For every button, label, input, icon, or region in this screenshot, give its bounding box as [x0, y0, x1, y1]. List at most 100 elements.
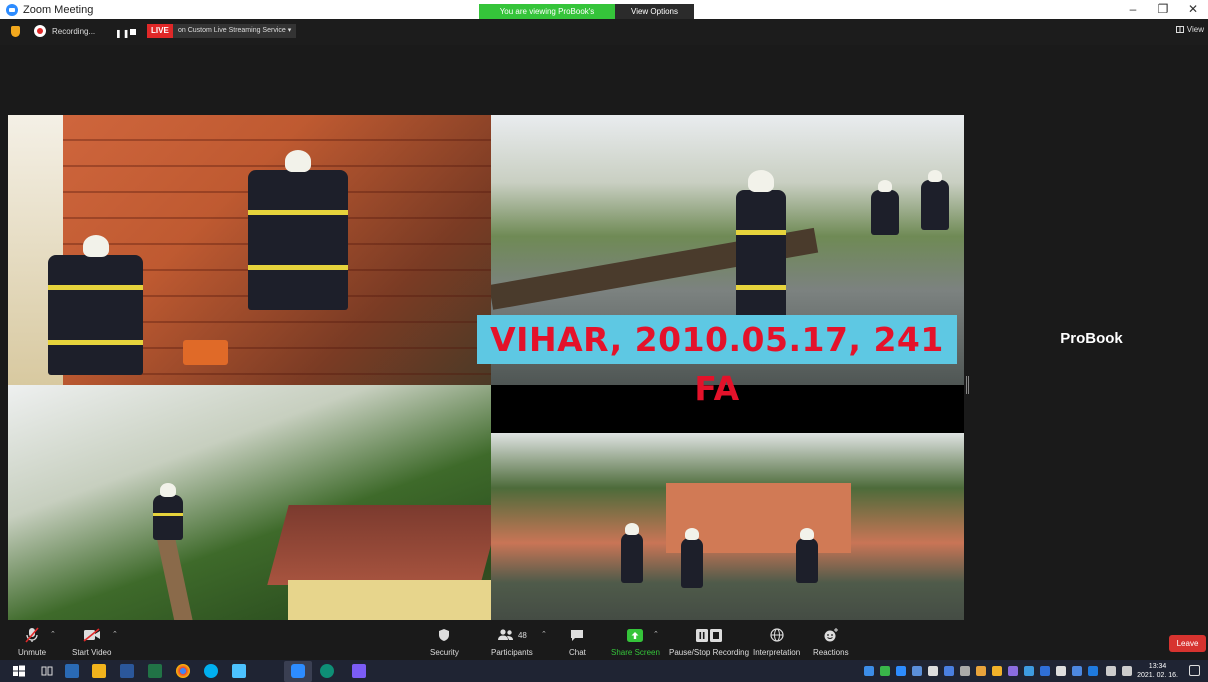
tray-icon[interactable]	[912, 666, 922, 676]
tray-icon[interactable]	[1072, 666, 1082, 676]
pause-stop-recording-label: Pause/Stop Recording	[669, 648, 750, 657]
firefighter-figure	[796, 528, 818, 583]
excel-icon[interactable]	[148, 664, 162, 678]
restore-button[interactable]: ❐	[1148, 0, 1178, 19]
system-clock[interactable]: 13:34 2021. 02. 16.	[1137, 662, 1178, 680]
tray-icon[interactable]	[944, 666, 954, 676]
tray-icon[interactable]	[960, 666, 970, 676]
clock-date: 2021. 02. 16.	[1137, 672, 1178, 679]
participants-options-caret[interactable]: ⌃	[541, 630, 547, 638]
image-caption-text: VIHAR, 2010.05.17, 241 FA	[490, 320, 944, 408]
unmute-label: Unmute	[18, 648, 47, 657]
security-label: Security	[430, 648, 459, 657]
shield-icon	[438, 626, 450, 644]
tray-icon[interactable]	[992, 666, 1002, 676]
viber-icon[interactable]	[352, 664, 366, 678]
tray-icon[interactable]	[864, 666, 874, 676]
window-title: Zoom Meeting	[23, 3, 94, 16]
pause-recording-icon[interactable]: ❚❚	[115, 29, 130, 38]
firefighter-figure	[871, 180, 899, 235]
volume-icon[interactable]	[1122, 666, 1132, 676]
tray-icon[interactable]	[880, 666, 890, 676]
pause-stop-icon	[696, 626, 723, 644]
wifi-icon[interactable]	[1106, 666, 1116, 676]
tray-icon[interactable]	[1088, 666, 1098, 676]
notification-center-icon[interactable]	[1189, 665, 1200, 676]
tray-icon[interactable]	[928, 666, 938, 676]
muted-microphone-icon	[25, 626, 39, 644]
share-screen-label: Share Screen	[611, 648, 660, 657]
skype-icon[interactable]	[204, 664, 218, 678]
stop-recording-icon[interactable]	[130, 29, 136, 35]
gallery-view-icon	[1175, 26, 1184, 33]
windows-taskbar: 13:34 2021. 02. 16.	[0, 660, 1208, 682]
calculator-icon[interactable]	[65, 664, 79, 678]
firefighter-figure	[48, 235, 143, 375]
view-layout-button[interactable]: View	[1175, 25, 1204, 34]
shared-screen-area: VIHAR, 2010.05.17, 241 FA	[0, 45, 975, 653]
tray-icon[interactable]	[1024, 666, 1034, 676]
helmet-icon	[928, 170, 942, 182]
tray-icon[interactable]	[896, 666, 906, 676]
meeting-toolbar: Unmute ⌃ Start Video ⌃ Security 48 Parti…	[0, 620, 1208, 660]
participant-name: ProBook	[1060, 330, 1123, 347]
viewing-banner-group: You are viewing ProBook's screen View Op…	[479, 4, 694, 31]
close-button[interactable]: ✕	[1178, 0, 1208, 19]
firefighter-figure	[621, 523, 643, 583]
chat-button[interactable]: Chat	[569, 626, 586, 657]
participants-icon: 48	[497, 626, 527, 644]
photo-roof-chainsaw	[8, 115, 491, 385]
house-roof	[267, 505, 491, 585]
leave-button[interactable]: Leave	[1169, 635, 1206, 652]
windows-start-icon[interactable]	[12, 664, 26, 678]
helmet-icon	[625, 523, 639, 535]
helmet-icon	[285, 150, 311, 172]
tray-icon[interactable]	[976, 666, 986, 676]
recording-label: Recording...	[52, 26, 96, 36]
globe-icon	[769, 626, 784, 644]
reactions-button[interactable]: Reactions	[813, 626, 849, 657]
minimize-button[interactable]: –	[1118, 0, 1148, 19]
firefighter-figure	[681, 528, 703, 588]
security-button[interactable]: Security	[430, 626, 459, 657]
unmute-button[interactable]: Unmute	[18, 626, 46, 657]
clock-time: 13:34	[1148, 663, 1167, 670]
image-caption-banner: VIHAR, 2010.05.17, 241 FA	[477, 315, 957, 408]
participants-button[interactable]: 48 Participants	[491, 626, 533, 657]
audio-options-caret[interactable]: ⌃	[50, 630, 56, 638]
helmet-icon	[800, 528, 814, 540]
share-screen-icon	[627, 626, 644, 644]
reactions-label: Reactions	[813, 648, 849, 657]
word-icon[interactable]	[120, 664, 134, 678]
task-view-icon[interactable]	[40, 664, 54, 678]
helmet-icon	[685, 528, 699, 540]
tray-icon[interactable]	[1040, 666, 1050, 676]
window-controls: – ❐ ✕	[1118, 0, 1208, 19]
helmet-icon	[82, 235, 109, 257]
view-options-button[interactable]: View Options ⌄	[615, 4, 694, 31]
start-video-label: Start Video	[72, 648, 112, 657]
interpretation-button[interactable]: Interpretation	[753, 626, 800, 657]
participant-panel: ProBook	[975, 45, 1208, 620]
live-service-dropdown[interactable]: on Custom Live Streaming Service ▾	[173, 24, 297, 38]
video-options-caret[interactable]: ⌃	[112, 630, 118, 638]
video-off-icon	[83, 626, 101, 644]
tray-icon[interactable]	[1008, 666, 1018, 676]
edge-icon[interactable]	[320, 664, 334, 678]
pause-stop-recording-button[interactable]: Pause/Stop Recording	[669, 626, 749, 657]
interpretation-label: Interpretation	[753, 648, 801, 657]
participants-count: 48	[517, 630, 527, 640]
tray-icon[interactable]	[1056, 666, 1066, 676]
encryption-shield-icon[interactable]	[11, 26, 20, 37]
file-explorer-icon[interactable]	[92, 664, 106, 678]
participants-label: Participants	[491, 648, 533, 657]
firefighter-figure	[921, 170, 949, 230]
share-options-caret[interactable]: ⌃	[653, 630, 659, 638]
app-icon[interactable]	[232, 664, 246, 678]
chat-bubble-icon	[570, 626, 584, 644]
panel-resize-handle[interactable]	[966, 376, 969, 394]
meeting-info-bar: Recording... ❚❚ LIVE on Custom Live Stre…	[0, 19, 1208, 45]
zoom-taskbar-icon[interactable]	[284, 661, 312, 682]
start-video-button[interactable]: Start Video	[72, 626, 111, 657]
chrome-icon[interactable]	[176, 664, 190, 678]
